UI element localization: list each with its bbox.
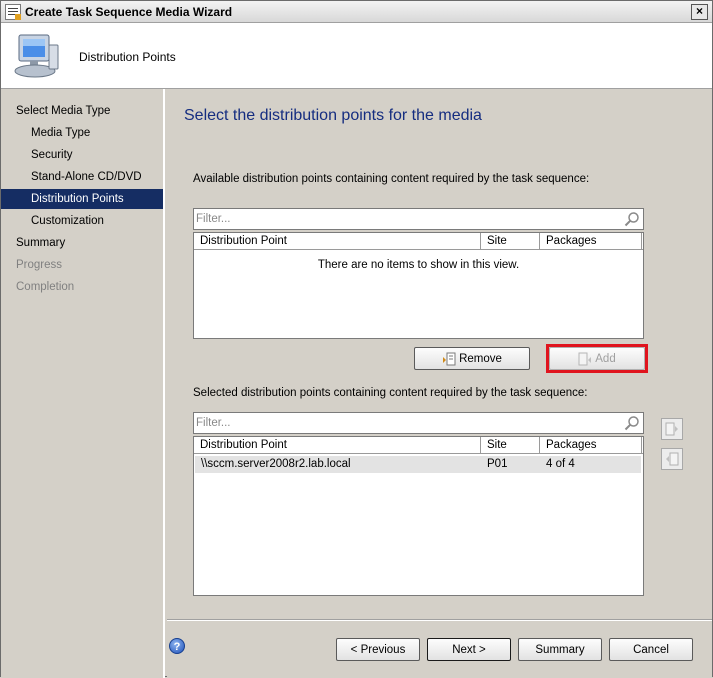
nav-item-security: Security [31, 149, 73, 161]
selected-filter [193, 412, 644, 434]
close-button[interactable]: × [691, 4, 708, 20]
remove-icon [443, 352, 456, 365]
wizard-content: Select the distribution points for the m… [167, 89, 712, 677]
wizard-window: Create Task Sequence Media Wizard × Dist… [0, 0, 713, 678]
header-title: Distribution Points [79, 50, 176, 64]
nav-item-select-media-type: Select Media Type [16, 105, 111, 117]
selected-filter-input[interactable] [196, 415, 616, 431]
remove-button-label: Remove [459, 352, 502, 365]
move-down-icon [666, 452, 679, 466]
column-header-distribution-point[interactable]: Distribution Point [194, 437, 481, 454]
column-header-packages[interactable]: Packages [540, 437, 642, 454]
selected-list[interactable]: Distribution Point Site Packages \\sccm.… [193, 436, 644, 596]
nav-item-stand-alone-cd-dvd: Stand-Alone CD/DVD [31, 171, 142, 183]
window-title: Create Task Sequence Media Wizard [25, 5, 233, 19]
nav-item-distribution-points: Distribution Points [1, 189, 163, 209]
column-header-site[interactable]: Site [481, 437, 540, 454]
summary-button[interactable]: Summary [518, 638, 602, 661]
wizard-header: Distribution Points [1, 23, 712, 89]
next-button[interactable]: Next > [427, 638, 511, 661]
footer-divider [167, 619, 712, 621]
available-list-header: Distribution Point Site Packages [194, 233, 643, 250]
column-header-distribution-point[interactable]: Distribution Point [194, 233, 481, 250]
available-filter [193, 208, 644, 230]
nav-item-progress: Progress [16, 259, 63, 271]
table-row[interactable]: \\sccm.server2008r2.lab.local P01 4 of 4 [195, 456, 641, 473]
selected-label: Selected distribution points containing … [193, 387, 588, 399]
help-icon[interactable]: ? [169, 638, 185, 654]
nav-item-summary: Summary [16, 237, 66, 249]
add-button-highlight [546, 344, 648, 373]
selected-list-header: Distribution Point Site Packages [194, 437, 643, 454]
wizard-app-icon [5, 4, 21, 20]
search-icon [624, 416, 639, 431]
move-up-icon [665, 422, 678, 436]
wizard-nav: Select Media Type Media Type Security St… [1, 89, 165, 678]
previous-button[interactable]: < Previous [336, 638, 420, 661]
available-label: Available distribution points containing… [193, 173, 590, 185]
computer-icon [14, 34, 59, 78]
row-packages: 4 of 4 [546, 458, 575, 470]
column-header-packages[interactable]: Packages [540, 233, 642, 250]
page-title: Select the distribution points for the m… [184, 107, 482, 124]
move-down-button[interactable] [661, 448, 683, 470]
available-filter-input[interactable] [196, 211, 616, 227]
title-bar: Create Task Sequence Media Wizard × [1, 1, 712, 23]
nav-item-customization: Customization [31, 215, 104, 227]
cancel-button[interactable]: Cancel [609, 638, 693, 661]
row-distribution-point: \\sccm.server2008r2.lab.local [201, 458, 351, 470]
empty-list-message: There are no items to show in this view. [317, 259, 520, 271]
move-up-button[interactable] [661, 418, 683, 440]
row-site: P01 [487, 458, 508, 470]
nav-item-completion: Completion [16, 281, 75, 293]
nav-item-media-type: Media Type [31, 127, 91, 139]
remove-button[interactable]: Remove [414, 347, 530, 370]
column-header-site[interactable]: Site [481, 233, 540, 250]
search-icon [624, 212, 639, 227]
available-list[interactable]: Distribution Point Site Packages There a… [193, 232, 644, 339]
